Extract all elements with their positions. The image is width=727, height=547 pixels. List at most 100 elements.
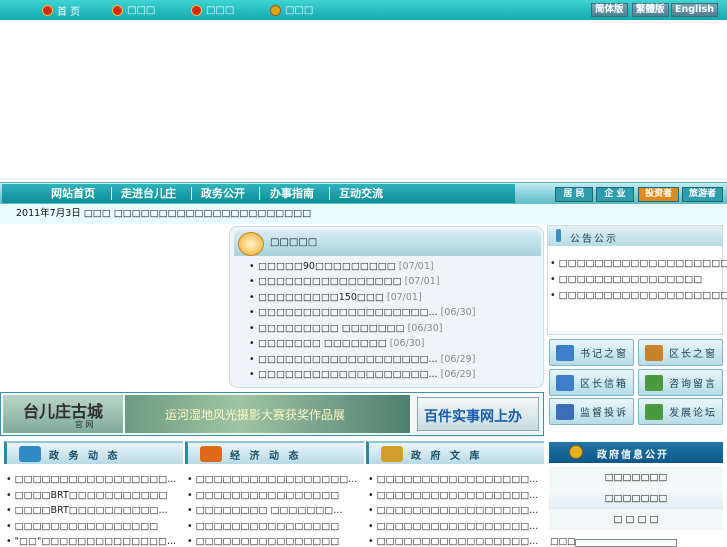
- police-emblem-icon: [270, 4, 281, 16]
- section-title: 政 府 文 库: [411, 451, 483, 462]
- box-icon: [200, 446, 222, 462]
- ancient-town-ad-subtitle: 官 网: [75, 420, 94, 429]
- list-item[interactable]: • "□□"□□□□□□□□□□□□□□...: [6, 536, 176, 547]
- info-public-title: 政府信息公开: [597, 450, 669, 461]
- section-library-header[interactable]: 政 府 文 库: [366, 441, 544, 464]
- lang-simplified-button[interactable]: 简体版: [591, 3, 628, 17]
- notice-item[interactable]: • □□□□□□□□□□□□□□□□: [550, 274, 702, 285]
- news-item[interactable]: • □□□□□□□ □□□□□□□ [06/30]: [249, 338, 425, 349]
- top-link-3[interactable]: □□□: [191, 3, 234, 17]
- photo-contest-ad[interactable]: 运河湿地风光摄影大赛获奖作品展: [125, 395, 410, 433]
- section-title: 经 济 动 态: [230, 451, 302, 462]
- section-gov-news-header[interactable]: 政 务 动 态: [4, 441, 183, 464]
- nav-divider: [259, 187, 260, 200]
- main-nav-bar: 网站首页 走进台儿庄 政务公开 办事指南 互动交流: [2, 184, 515, 203]
- national-emblem-icon: [112, 4, 123, 16]
- document-icon: [645, 403, 663, 420]
- role-investor-button[interactable]: 投资者: [638, 187, 679, 202]
- national-emblem-icon: [191, 4, 202, 16]
- info-public-header[interactable]: 政府信息公开: [549, 442, 723, 463]
- news-item[interactable]: • □□□□□90□□□□□□□□□ [07/01]: [249, 261, 434, 272]
- list-item[interactable]: • □□□□□□□□□□□□□□□□□...: [368, 521, 538, 532]
- role-enterprise-button[interactable]: 企 业: [596, 187, 634, 202]
- nav-divider: [111, 187, 112, 200]
- mailbox-icon: [556, 374, 574, 391]
- list-item[interactable]: • □□□□□□□□ □□□□□□□...: [187, 505, 342, 516]
- news-panel-title: □□□□□: [270, 237, 318, 248]
- info-row[interactable]: □□□□□□□: [549, 467, 723, 488]
- section-economy-header[interactable]: 经 济 动 态: [185, 441, 364, 464]
- news-ticker[interactable]: 2011年7月3日 □□□ □□□□□□□□□□□□□□□□□□□□□□: [0, 204, 727, 224]
- notebook-icon: [556, 344, 574, 361]
- section-title: 政 务 动 态: [49, 451, 121, 462]
- list-item[interactable]: • □□□□□□□□□□□□□□□□□...: [368, 536, 538, 547]
- ancient-town-ad[interactable]: 台儿庄古城 官 网: [3, 395, 123, 433]
- list-item[interactable]: • □□□□□□□□□□□□□□□□□...: [368, 490, 538, 501]
- list-item[interactable]: • □□□□□□□□□□□□□□□□□...: [187, 474, 357, 485]
- news-item[interactable]: • □□□□□□□□□□□□□□□□□□□... [06/30]: [249, 307, 475, 318]
- search-input[interactable]: [575, 539, 677, 547]
- consult-message-button[interactable]: 咨询留言: [638, 369, 723, 396]
- list-item[interactable]: • □□□□□□□□□□□□□□□□□...: [368, 505, 538, 516]
- notice-item[interactable]: • □□□□□□□□□□□□□□□□□□□28□□: [550, 258, 727, 269]
- search-label: □□□: [550, 537, 576, 547]
- news-item[interactable]: • □□□□□□□□□□□□□□□□□□□... [06/29]: [249, 369, 475, 380]
- top-link-2[interactable]: □□□: [112, 3, 155, 17]
- top-link-4[interactable]: □□□: [270, 3, 313, 17]
- news-panel-header: □□□□□: [234, 230, 541, 256]
- info-row[interactable]: □ □ □ □: [549, 509, 723, 530]
- top-link-4-label: □□□: [285, 4, 314, 16]
- news-globe-icon: [238, 232, 264, 256]
- list-item[interactable]: • □□□□□□□□□□□□□□□□: [6, 521, 158, 532]
- notice-panel: 公告公示 • □□□□□□□□□□□□□□□□□□□28□□ • □□□□□□□…: [547, 225, 727, 335]
- party-emblem-icon: [42, 4, 53, 16]
- role-tourist-button[interactable]: 旅游者: [682, 187, 723, 202]
- news-item[interactable]: • □□□□□□□□□□□□□□□□ [07/01]: [249, 276, 439, 287]
- book-icon: [645, 344, 663, 361]
- top-link-2-label: □□□: [127, 4, 156, 16]
- news-item[interactable]: • □□□□□□□□□□□□□□□□□□□... [06/29]: [249, 354, 475, 365]
- list-item[interactable]: • □□□□□□□□□□□□□□□□□...: [368, 474, 538, 485]
- news-item[interactable]: • □□□□□□□□□ □□□□□□□ [06/30]: [249, 323, 442, 334]
- news-panel: □□□□□ • □□□□□90□□□□□□□□□ [07/01] • □□□□□□□…: [229, 226, 544, 388]
- notice-panel-header: 公告公示: [548, 226, 722, 246]
- nav-divider: [191, 187, 192, 200]
- list-item[interactable]: • □□□□BRT□□□□□□□□□□...: [6, 505, 168, 516]
- notice-panel-title: 公告公示: [570, 234, 618, 245]
- books-icon: [381, 446, 403, 462]
- banner: [0, 20, 727, 182]
- role-resident-button[interactable]: 居 民: [555, 187, 593, 202]
- nav-home[interactable]: 网站首页: [51, 185, 95, 202]
- forum-button[interactable]: 发展论坛: [638, 398, 723, 425]
- list-item[interactable]: • □□□□BRT□□□□□□□□□□□: [6, 490, 168, 501]
- lang-traditional-button[interactable]: 繁體版: [632, 3, 669, 17]
- online-services-ad[interactable]: 百件实事网上办: [417, 397, 539, 431]
- nav-affairs[interactable]: 政务公开: [201, 185, 245, 202]
- home-link[interactable]: 首 页: [42, 3, 81, 18]
- handshake-icon: [19, 446, 41, 462]
- chart-icon: [556, 403, 574, 420]
- mayor-window-button[interactable]: 区长之窗: [638, 339, 723, 366]
- photo-contest-ad-title: 运河湿地风光摄影大赛获奖作品展: [165, 408, 346, 422]
- lang-english-button[interactable]: English: [671, 3, 718, 17]
- nav-divider: [329, 187, 330, 200]
- online-services-ad-title: 百件实事网上办: [424, 409, 522, 425]
- list-item[interactable]: • □□□□□□□□□□□□□□□□: [187, 490, 339, 501]
- mayor-mailbox-button[interactable]: 区长信箱: [549, 369, 634, 396]
- people-icon: [645, 374, 663, 391]
- ad-strip: 台儿庄古城 官 网 运河湿地风光摄影大赛获奖作品展 百件实事网上办: [0, 392, 544, 436]
- secretary-window-button[interactable]: 书记之窗: [549, 339, 634, 366]
- list-item[interactable]: • □□□□□□□□□□□□□□□□: [187, 536, 339, 547]
- list-item[interactable]: • □□□□□□□□□□□□□□□□□...: [6, 474, 176, 485]
- complaint-button[interactable]: 监督投诉: [549, 398, 634, 425]
- emblem-icon: [569, 445, 583, 459]
- news-item[interactable]: • □□□□□□□□□150□□□ [07/01]: [249, 292, 422, 303]
- nav-about[interactable]: 走进台儿庄: [121, 185, 176, 202]
- top-link-3-label: □□□: [206, 4, 235, 16]
- info-row[interactable]: □□□□□□□: [549, 488, 723, 509]
- home-link-label: 首 页: [57, 6, 81, 18]
- nav-guide[interactable]: 办事指南: [270, 185, 314, 202]
- notice-item[interactable]: • □□□□□□□□□□□□□□□□□□□: [550, 290, 727, 301]
- nav-interact[interactable]: 互动交流: [339, 185, 383, 202]
- list-item[interactable]: • □□□□□□□□□□□□□□□□: [187, 521, 339, 532]
